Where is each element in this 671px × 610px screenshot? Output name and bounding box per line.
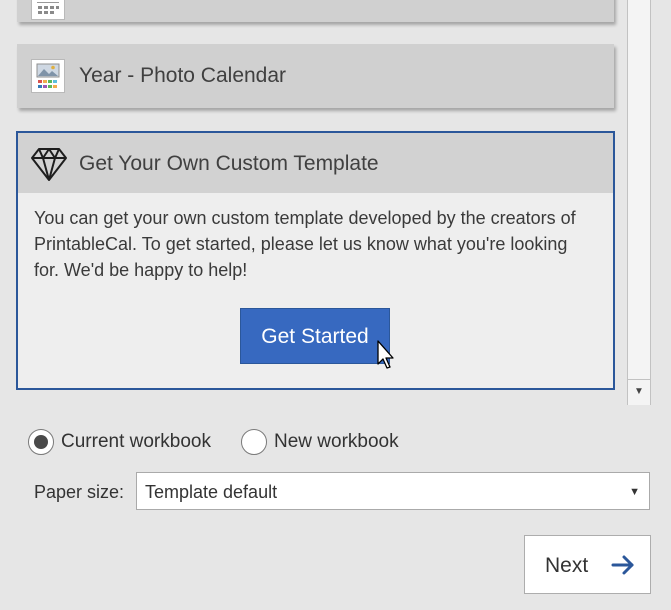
scroll-down-button[interactable]: ▼ [628,379,650,404]
template-title-photo-calendar: Year - Photo Calendar [79,64,287,87]
diamond-icon [31,148,67,181]
mouse-cursor-icon [377,340,394,369]
template-card-year-photo-calendar[interactable]: Year - Photo Calendar [17,44,614,108]
template-list-scrollbar[interactable]: ▼ [627,0,651,405]
next-label: Next [545,554,589,577]
template-list: Year - Photo Calendar Get Your Own Custo… [0,0,628,405]
calendar-grid-icon [31,0,65,20]
get-started-button[interactable]: Get Started [240,308,390,364]
paper-size-value: Template default [145,482,278,502]
custom-template-header: Get Your Own Custom Template [18,133,613,193]
new-workbook-label: New workbook [274,431,399,452]
photo-calendar-icon [31,59,65,93]
custom-template-description: You can get your own custom template dev… [34,208,576,280]
new-workbook-radio[interactable] [241,429,267,455]
paper-size-label: Paper size: [34,482,125,502]
current-workbook-option[interactable]: Current workbook [28,426,211,458]
paper-size-select[interactable]: Template default ▼ [136,472,650,510]
chevron-down-icon: ▼ [629,486,640,498]
custom-template-card: Get Your Own Custom Template You can get… [16,131,615,390]
new-workbook-option[interactable]: New workbook [241,426,399,458]
current-workbook-radio[interactable] [28,429,54,455]
custom-template-title: Get Your Own Custom Template [79,152,379,175]
next-button[interactable]: Next [524,535,651,594]
arrow-right-icon [611,555,634,575]
template-card-partial[interactable] [17,0,614,22]
current-workbook-label: Current workbook [61,431,211,452]
